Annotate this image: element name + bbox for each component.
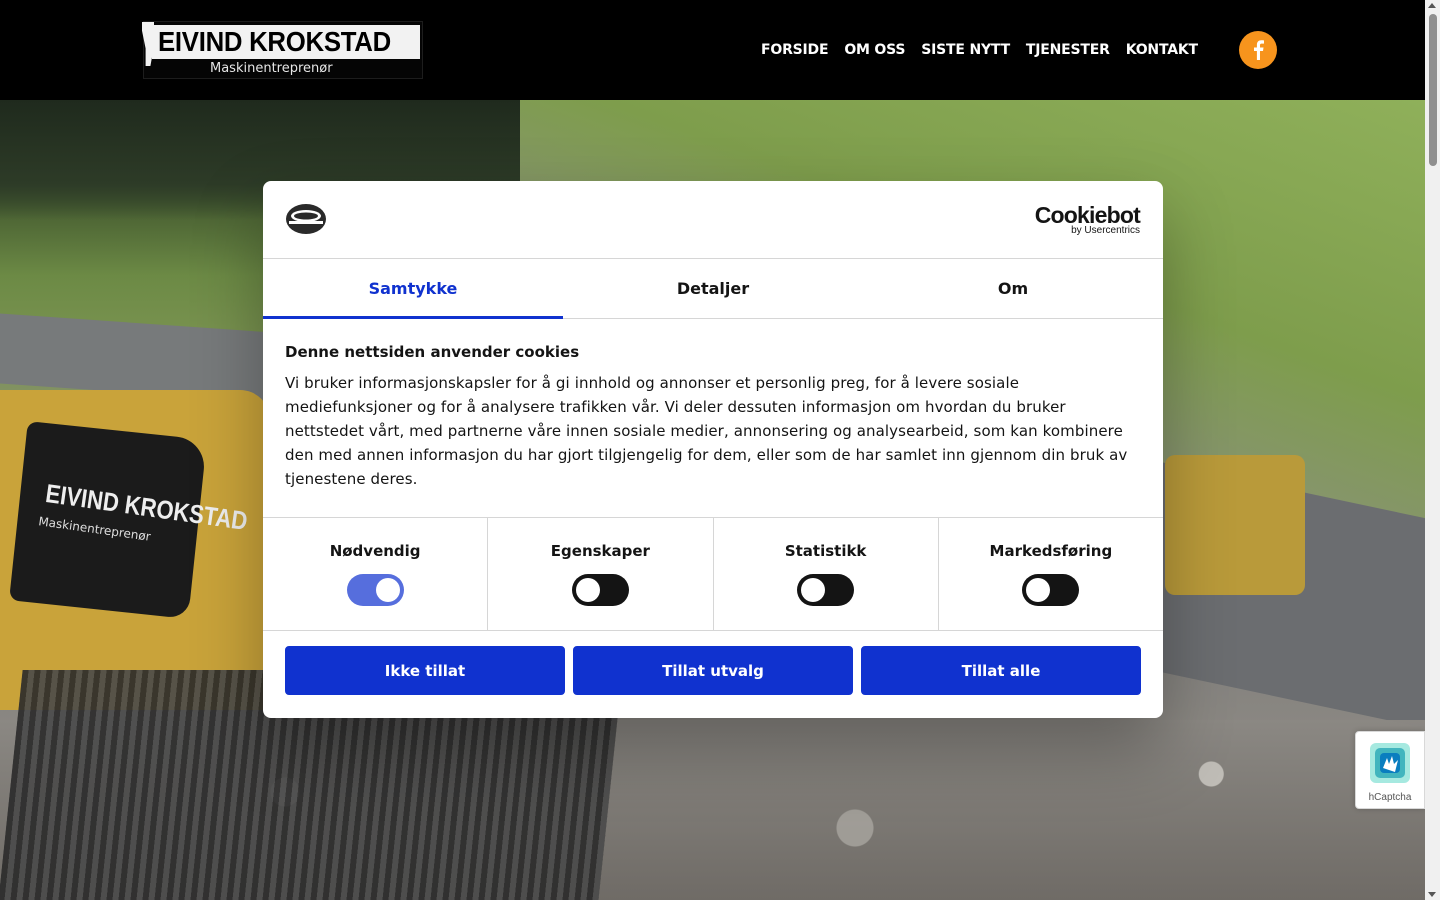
cookie-dialog: Cookiebot by Usercentrics Samtykke Detal…: [263, 181, 1163, 718]
scroll-up-arrow-icon[interactable]: [1428, 3, 1436, 8]
toggle-knob: [801, 578, 826, 602]
scroll-thumb[interactable]: [1429, 14, 1437, 166]
facebook-icon: [1254, 40, 1264, 60]
hcaptcha-label: hCaptcha: [1368, 792, 1412, 803]
category-label: Markedsføring: [989, 542, 1113, 560]
cookie-categories: Nødvendig Egenskaper Statistikk Markedsf…: [263, 517, 1163, 631]
nav-item-kontakt[interactable]: KONTAKT: [1126, 40, 1198, 60]
cookiebot-name: Cookiebot: [1034, 202, 1141, 228]
site-header: EIVIND KROKSTAD Maskinentreprenør FORSID…: [0, 0, 1425, 100]
nav-item-tjenester[interactable]: TJENESTER: [1026, 40, 1110, 60]
hcaptcha-badge[interactable]: hCaptcha: [1355, 731, 1425, 809]
category-label: Nødvendig: [329, 542, 421, 560]
toggle-knob: [575, 578, 600, 602]
hcaptcha-icon: [1370, 743, 1410, 783]
category-markedsforing: Markedsføring: [939, 518, 1163, 630]
category-nodvendig: Nødvendig: [263, 518, 489, 630]
nav-item-om-oss[interactable]: OM OSS: [844, 40, 905, 60]
tab-om[interactable]: Om: [863, 259, 1163, 318]
deny-button[interactable]: Ikke tillat: [285, 646, 565, 695]
cookie-tabs: Samtykke Detaljer Om: [263, 259, 1163, 319]
toggle-nodvendig[interactable]: [346, 574, 404, 606]
toggle-egenskaper[interactable]: [571, 574, 629, 606]
logo-title: EIVIND KROKSTAD: [158, 26, 391, 57]
cookie-actions: Ikke tillat Tillat utvalg Tillat alle: [263, 631, 1163, 695]
scroll-down-arrow-icon[interactable]: [1428, 892, 1436, 897]
category-label: Egenskaper: [550, 542, 650, 560]
toggle-knob: [375, 578, 400, 602]
nav-item-forside[interactable]: FORSIDE: [761, 40, 829, 60]
site-brand-icon: [286, 204, 326, 234]
allow-selection-button[interactable]: Tillat utvalg: [573, 646, 853, 695]
cookie-dialog-title: Denne nettsiden anvender cookies: [285, 343, 580, 361]
logo-subtitle: Maskinentreprenør: [210, 61, 333, 76]
page-scrollbar[interactable]: [1425, 0, 1440, 900]
cookie-dialog-header: Cookiebot by Usercentrics: [263, 181, 1163, 259]
category-label: Statistikk: [784, 542, 867, 560]
hero-excavator-2: [1165, 455, 1305, 595]
category-statistikk: Statistikk: [714, 518, 939, 630]
cookiebot-logo[interactable]: Cookiebot by Usercentrics: [1034, 202, 1141, 236]
cookie-dialog-body: Denne nettsiden anvender cookies Vi bruk…: [263, 319, 1163, 517]
main-nav: FORSIDE OM OSS SISTE NYTT TJENESTER KONT…: [761, 40, 1198, 60]
tab-detaljer[interactable]: Detaljer: [563, 259, 863, 318]
nav-item-siste-nytt[interactable]: SISTE NYTT: [921, 40, 1010, 60]
facebook-button[interactable]: [1239, 31, 1277, 69]
site-logo[interactable]: EIVIND KROKSTAD Maskinentreprenør: [142, 21, 423, 79]
logo-hook-mark: [142, 22, 154, 66]
category-egenskaper: Egenskaper: [488, 518, 714, 630]
tab-samtykke[interactable]: Samtykke: [263, 259, 563, 319]
toggle-knob: [1026, 578, 1051, 602]
toggle-statistikk[interactable]: [797, 574, 855, 606]
allow-all-button[interactable]: Tillat alle: [861, 646, 1141, 695]
toggle-markedsforing[interactable]: [1022, 574, 1080, 606]
cookie-dialog-text: Vi bruker informasjonskapsler for å gi i…: [285, 374, 1128, 488]
